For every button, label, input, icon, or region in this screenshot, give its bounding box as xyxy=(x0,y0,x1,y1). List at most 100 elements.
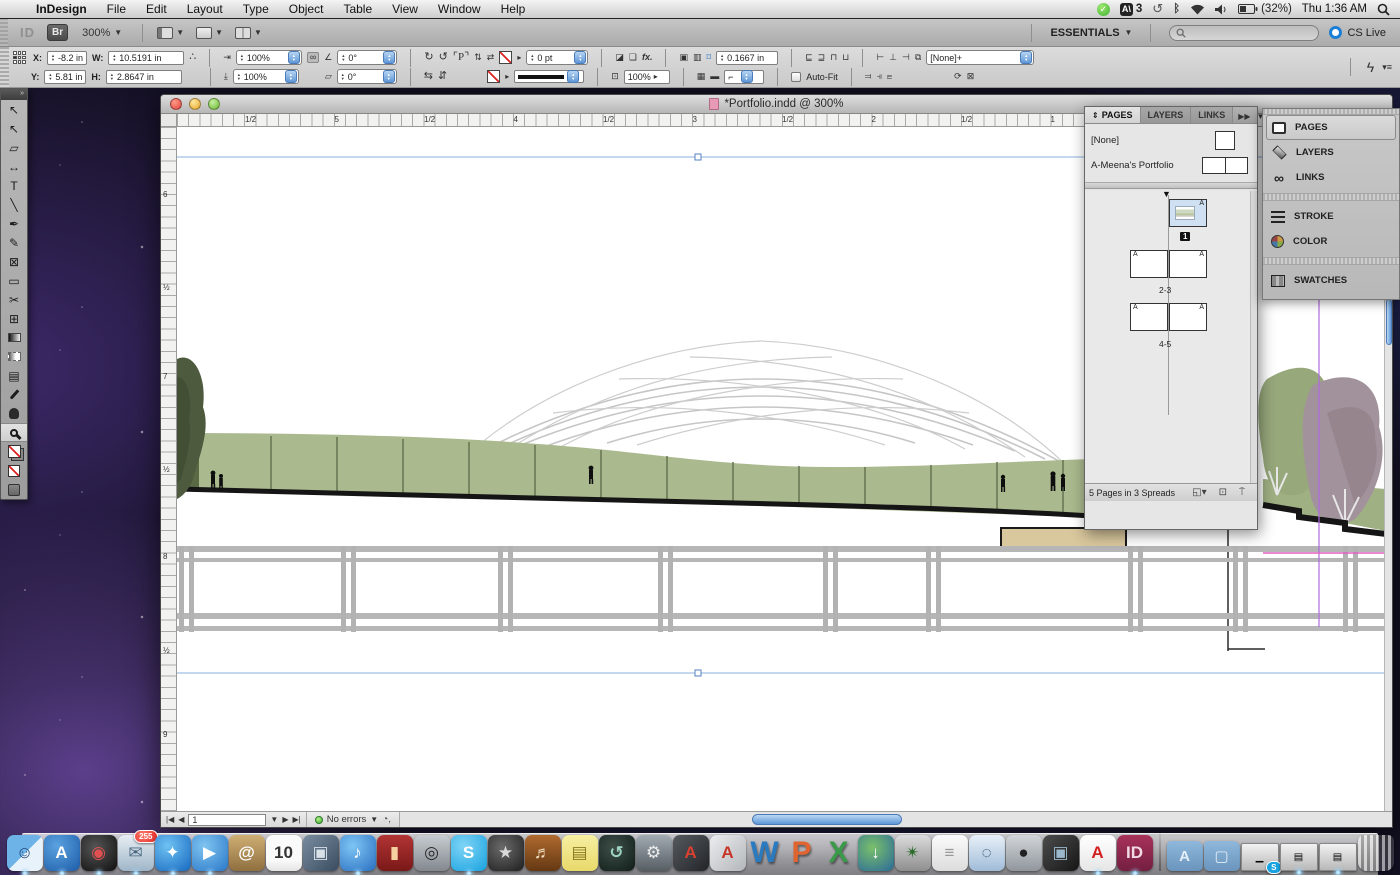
menu-item-type[interactable]: Type xyxy=(233,2,279,16)
wifi-icon[interactable] xyxy=(1190,4,1205,15)
dock-icon-stickies[interactable]: ▤ xyxy=(562,835,598,871)
tool-gradient-feather[interactable] xyxy=(1,347,27,366)
dock-icon-mail[interactable]: ✉ 255 xyxy=(118,835,154,871)
tool-apply-none[interactable] xyxy=(1,461,27,480)
link-scale-icon[interactable]: ∞ xyxy=(307,52,319,63)
tool-note[interactable]: ▤ xyxy=(1,366,27,385)
align-right-icon[interactable]: ⊣ xyxy=(902,53,910,62)
x-position-field[interactable]: ▲▼-8.2 in xyxy=(47,51,87,65)
rotate-ccw-icon[interactable]: ↺ xyxy=(439,52,448,63)
align-left-icon[interactable]: ⊢ xyxy=(876,53,884,62)
tool-line[interactable]: ╲ xyxy=(1,195,27,214)
master-none-thumbnail[interactable] xyxy=(1215,131,1235,150)
transparency-icon[interactable]: ❏ xyxy=(629,53,637,62)
pages-scrollbar[interactable] xyxy=(1250,191,1257,483)
horizontal-scrollbar[interactable] xyxy=(400,812,1392,827)
clear-overrides-icon[interactable]: ⟳ xyxy=(954,72,962,81)
object-style-dropdown[interactable]: [None]+▲▼ xyxy=(926,50,1034,65)
autofit-checkbox[interactable] xyxy=(791,72,801,82)
select-container-icon[interactable]: ⌜P⌝ xyxy=(453,52,469,63)
distribute-right-icon[interactable]: ⫢ xyxy=(887,72,892,81)
menu-clock[interactable]: Thu 1:36 AM xyxy=(1302,3,1367,15)
menu-item-layout[interactable]: Layout xyxy=(177,2,233,16)
volume-icon[interactable] xyxy=(1215,4,1228,15)
dock-icon-ical[interactable]: 10 xyxy=(266,835,302,871)
rotation-field[interactable]: ▲▼0°▲▼ xyxy=(337,50,397,65)
distribute-left-icon[interactable]: ⫤ xyxy=(865,72,872,81)
dock-panel-color[interactable]: COLOR xyxy=(1263,229,1399,254)
workspace-switcher[interactable]: ESSENTIALS▼ xyxy=(1050,27,1132,39)
prev-page-button[interactable]: ◀ xyxy=(178,815,184,824)
next-page-button[interactable]: ▶ xyxy=(282,815,288,824)
stroke-color-swatch[interactable] xyxy=(499,51,512,64)
zoom-level-dropdown[interactable]: 300%▼ xyxy=(82,27,122,39)
tool-frame[interactable]: ⊠ xyxy=(1,252,27,271)
dock-panel-pages[interactable]: PAGES xyxy=(1266,115,1396,140)
fill-frame-icon[interactable]: ⊓ xyxy=(830,53,837,62)
wrap-jump-to-icon[interactable]: ▬ xyxy=(710,72,719,81)
dock-icon-excel[interactable]: X xyxy=(821,835,857,871)
tool-fill-stroke[interactable] xyxy=(1,442,27,461)
arrange-documents-dropdown[interactable]: ▼ xyxy=(235,27,262,39)
panel-splitter[interactable] xyxy=(1085,182,1257,189)
opacity-field[interactable]: 100%▸ xyxy=(624,70,670,84)
tool-pen[interactable]: ✒ xyxy=(1,214,27,233)
tab-pages[interactable]: ⇕PAGES xyxy=(1085,107,1141,123)
dock-icon-safari[interactable]: ✦ xyxy=(155,835,191,871)
tool-eyedropper[interactable] xyxy=(1,385,27,404)
dock-icon-camera[interactable]: ◎ xyxy=(414,835,450,871)
dock-icon-dashboard[interactable]: ◉ xyxy=(81,835,117,871)
panel-collapse-icon[interactable]: ▶▶ xyxy=(1238,112,1250,121)
first-page-button[interactable]: |◀ xyxy=(166,815,174,824)
page-4-thumbnail[interactable]: A xyxy=(1130,303,1168,331)
menu-item-view[interactable]: View xyxy=(382,2,428,16)
shear-field[interactable]: ▲▼0°▲▼ xyxy=(337,69,397,84)
flip-v-icon[interactable]: ⇵ xyxy=(438,71,447,82)
dock-icon-app-store[interactable]: A xyxy=(44,835,80,871)
dock-icon-skype[interactable]: S xyxy=(451,835,487,871)
constrain-proportions-icon[interactable]: ∴ xyxy=(189,52,196,63)
time-machine-icon[interactable]: ↺ xyxy=(1152,1,1163,17)
dock-icon-documents-folder[interactable]: ▢ xyxy=(1204,841,1240,871)
page-3-thumbnail[interactable]: A xyxy=(1169,250,1207,278)
input-source-icon[interactable]: A\3 xyxy=(1120,3,1142,16)
rotate-cw-icon[interactable]: ↻ xyxy=(424,52,433,63)
corner-shape-dropdown[interactable]: ⌐▲▼ xyxy=(724,70,764,84)
flip-horizontal-icon[interactable]: ⇄ xyxy=(487,53,495,62)
tool-selection[interactable]: ↖ xyxy=(1,100,27,119)
width-field[interactable]: ▲▼10.5191 in xyxy=(108,51,184,65)
fill-color-swatch[interactable] xyxy=(487,70,500,83)
dock-icon-facetime[interactable]: ▶ xyxy=(192,835,228,871)
menu-item-object[interactable]: Object xyxy=(279,2,334,16)
horizontal-scrollbar-thumb[interactable] xyxy=(752,814,902,825)
dock-icon-finder[interactable]: ☺ xyxy=(7,835,43,871)
menu-item-edit[interactable]: Edit xyxy=(136,2,177,16)
dock-icon-photo-viewer[interactable]: ▣ xyxy=(1043,835,1079,871)
screen-mode-dropdown[interactable]: ▼ xyxy=(196,27,223,39)
tool-gradient-swatch[interactable] xyxy=(1,328,27,347)
dock-icon-preview[interactable]: ◌ xyxy=(969,835,1005,871)
control-panel-menu-icon[interactable]: ▾≡ xyxy=(1382,62,1392,73)
reference-point-proxy[interactable] xyxy=(13,51,26,64)
wrap-none-icon[interactable]: ▣ xyxy=(679,53,688,62)
dock-icon-acrobat[interactable]: A xyxy=(1080,835,1116,871)
tool-type[interactable]: T xyxy=(1,176,27,195)
dock-icon-photo-booth[interactable]: ▮ xyxy=(377,835,413,871)
distribute-center-icon[interactable]: ⫣ xyxy=(877,72,882,81)
dock-icon-indesign[interactable]: ID xyxy=(1117,835,1153,871)
wrap-bounding-icon[interactable]: ▥ xyxy=(693,53,702,62)
dock-icon-minimized-window-1[interactable]: ▤ xyxy=(1280,843,1318,871)
menu-item-help[interactable]: Help xyxy=(491,2,536,16)
wrap-jump-icon[interactable]: ▦ xyxy=(697,72,706,81)
dock-icon-solutions-menu[interactable]: ≡ xyxy=(932,835,968,871)
page-5-thumbnail[interactable]: A xyxy=(1169,303,1207,331)
dock-icon-iphoto[interactable]: ▣ xyxy=(303,835,339,871)
ruler-corner[interactable] xyxy=(161,114,177,127)
dock-icon-word[interactable]: W xyxy=(747,835,783,871)
page-menu-caret[interactable]: ▼ xyxy=(270,815,278,824)
dock-panel-swatches[interactable]: SWATCHES xyxy=(1263,268,1399,293)
vertical-scrollbar-thumb[interactable] xyxy=(1386,299,1392,345)
flip-vertical-icon[interactable]: ⇅ xyxy=(474,53,482,62)
menu-item-window[interactable]: Window xyxy=(428,2,491,16)
effects-menu-icon[interactable]: fx. xyxy=(642,53,653,62)
